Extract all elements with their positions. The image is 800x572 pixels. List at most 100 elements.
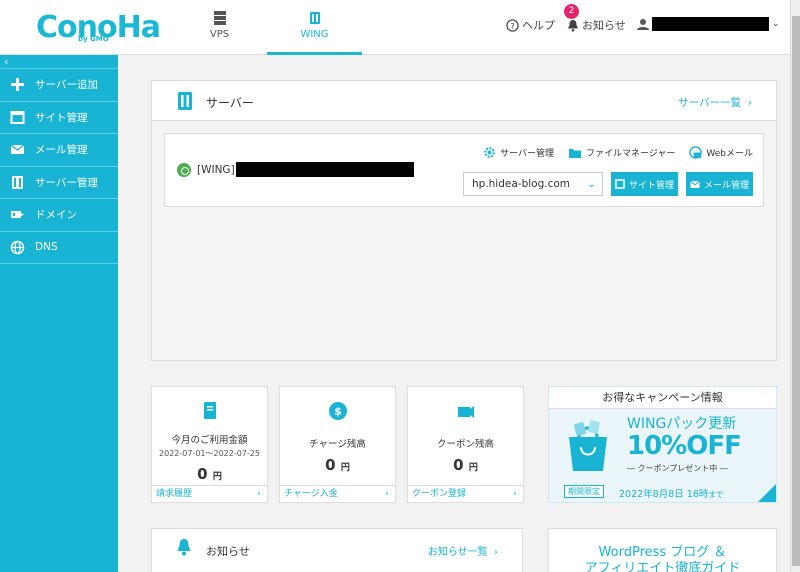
- invoice-icon: [203, 402, 216, 419]
- sidebar-item-dns[interactable]: DNS: [0, 232, 118, 264]
- sidebar-item-label: メール管理: [35, 144, 88, 157]
- site-manage-button[interactable]: サイト管理: [611, 172, 678, 196]
- campaign-header: お得なキャンペーン情報: [549, 387, 776, 409]
- server-panel-header: サーバー サーバー一覧 ›: [152, 81, 776, 121]
- campaign-date-row: 2022年8月8日 16時まで: [619, 486, 723, 500]
- campaign-date: 2022年8月8日 16時: [619, 489, 709, 500]
- usage-card: 今月のご利用金額 2022-07-01～2022-07-25 0 円 請求履歴 ›: [151, 386, 268, 503]
- charge-amount-row: 0 円: [280, 456, 395, 474]
- svg-text:?: ?: [510, 20, 514, 30]
- chevron-right-icon: ›: [385, 489, 389, 499]
- server-panel: サーバー サーバー一覧 › [WING] サーバー管理 ファイルマネージャー W…: [151, 80, 777, 361]
- gear-icon: [484, 147, 495, 158]
- notice-link[interactable]: お知らせ: [567, 17, 626, 33]
- user-menu[interactable]: ⌄: [637, 17, 780, 31]
- campaign-discount: 10%OFF: [627, 431, 742, 461]
- campaign-limit-badge: 期間限定: [564, 485, 604, 498]
- campaign-banner[interactable]: お得なキャンペーン情報 WINGパック更新 10%OFF ― クーポンプレゼント…: [548, 386, 777, 503]
- charge-deposit-link[interactable]: チャージ入金 ›: [280, 485, 395, 502]
- server-card: [WING] サーバー管理 ファイルマネージャー Webメール hp.hidea…: [164, 133, 764, 207]
- server-icon: [178, 92, 192, 110]
- sidebar-item-label: サーバー管理: [35, 176, 98, 189]
- charge-card: $ チャージ残高 0 円 チャージ入金 ›: [279, 386, 396, 503]
- usage-label: 今月のご利用金額: [171, 435, 248, 446]
- mail-manage-button[interactable]: メール管理: [686, 172, 753, 196]
- help-link[interactable]: ? ヘルプ: [506, 17, 555, 33]
- help-label: ヘルプ: [522, 19, 555, 32]
- dollar-icon: $: [328, 402, 347, 420]
- power-status-icon: [177, 162, 191, 177]
- server-list-link[interactable]: サーバー一覧 ›: [678, 95, 752, 110]
- plus-icon: [11, 78, 24, 92]
- charge-label: チャージ残高: [309, 439, 366, 450]
- sidebar-collapse-button[interactable]: ‹: [0, 55, 118, 69]
- top-header: ConoHa by GMO VPS WING ? ヘルプ 2 お知らせ ⌄: [0, 0, 790, 55]
- user-icon: [637, 19, 649, 30]
- scrollbar-thumb[interactable]: [792, 16, 800, 566]
- currency-unit: 円: [212, 472, 222, 482]
- sidebar-item-site[interactable]: サイト管理: [0, 102, 118, 134]
- tab-vps[interactable]: VPS: [172, 0, 267, 55]
- mail-manage-label: メール管理: [703, 180, 749, 191]
- coupon-icon: [457, 406, 474, 418]
- usage-amount: 0: [197, 465, 208, 483]
- news-list-label: お知らせ一覧: [427, 547, 488, 558]
- wordpress-guide-banner[interactable]: WordPress ブログ ＆ アフィリエイト徹底ガイド: [548, 528, 777, 572]
- server-stack-icon: [213, 11, 226, 25]
- server-name-row: [WING]: [177, 162, 414, 177]
- sidebar-item-label: DNS: [35, 241, 58, 254]
- page-scrollbar[interactable]: [790, 0, 800, 572]
- billing-history-link[interactable]: 請求履歴 ›: [152, 485, 267, 502]
- bell-icon: [177, 539, 191, 556]
- currency-unit: 円: [340, 463, 350, 473]
- sidebar: ‹ サーバー追加 サイト管理 メール管理 サーバー管理 ドメイン DNS: [0, 55, 118, 572]
- sidebar-item-add-server[interactable]: サーバー追加: [0, 69, 118, 102]
- file-manager-link[interactable]: ファイルマネージャー: [568, 146, 675, 159]
- coupon-card: クーポン残高 0 円 クーポン登録 ›: [407, 386, 524, 503]
- charge-amount: 0: [325, 456, 336, 474]
- server-tag: [WING]: [197, 163, 235, 176]
- coupon-label: クーポン残高: [436, 439, 494, 450]
- chevron-right-icon: ›: [257, 489, 261, 499]
- sidebar-item-domain[interactable]: ドメイン: [0, 199, 118, 232]
- mail-icon: [690, 180, 700, 188]
- folder-icon: [569, 148, 581, 158]
- sidebar-item-server[interactable]: サーバー管理: [0, 167, 118, 199]
- chevron-right-icon: ›: [747, 97, 752, 109]
- usage-amount-row: 0 円: [152, 465, 267, 483]
- webmail-label: Webメール: [706, 149, 753, 159]
- server-card-links: サーバー管理 ファイルマネージャー Webメール: [483, 146, 753, 159]
- tab-wing[interactable]: WING: [267, 0, 362, 55]
- notice-label: お知らせ: [582, 19, 626, 32]
- wing-icon: [309, 12, 320, 24]
- logo-sub: by GMO: [78, 35, 109, 43]
- usage-period: 2022-07-01～2022-07-25: [159, 449, 260, 458]
- webmail-icon: [689, 146, 703, 159]
- wp-banner-line2: アフィリエイト徹底ガイド: [584, 561, 741, 572]
- news-list-link[interactable]: お知らせ一覧 ›: [428, 543, 498, 558]
- coupon-register-label: クーポン登録: [412, 489, 467, 499]
- campaign-date-suffix: まで: [708, 490, 724, 499]
- sidebar-item-label: サーバー追加: [35, 79, 98, 92]
- redacted-server-name: [235, 162, 414, 177]
- sidebar-item-mail[interactable]: メール管理: [0, 134, 118, 167]
- domain-icon: [11, 211, 24, 219]
- redacted-username: [652, 17, 769, 31]
- domain-select[interactable]: hp.hidea-blog.com ⌄: [463, 172, 603, 196]
- shopping-bag-icon: [569, 420, 607, 471]
- coupon-register-link[interactable]: クーポン登録 ›: [408, 485, 523, 502]
- webmail-link[interactable]: Webメール: [689, 146, 753, 159]
- site-manage-label: サイト管理: [628, 180, 674, 191]
- chevron-down-icon: ⌄: [587, 178, 596, 190]
- server-manage-link[interactable]: サーバー管理: [483, 146, 554, 159]
- server-panel-title: サーバー: [206, 96, 254, 110]
- window-icon: [615, 179, 625, 189]
- svg-text:$: $: [334, 405, 342, 418]
- bell-icon: [568, 19, 578, 32]
- billing-history-label: 請求履歴: [156, 489, 193, 499]
- coupon-amount-row: 0 円: [408, 456, 523, 474]
- domain-select-value: hp.hidea-blog.com: [472, 178, 571, 190]
- currency-unit: 円: [468, 463, 478, 473]
- file-manager-label: ファイルマネージャー: [586, 149, 676, 159]
- sidebar-item-label: サイト管理: [35, 111, 88, 124]
